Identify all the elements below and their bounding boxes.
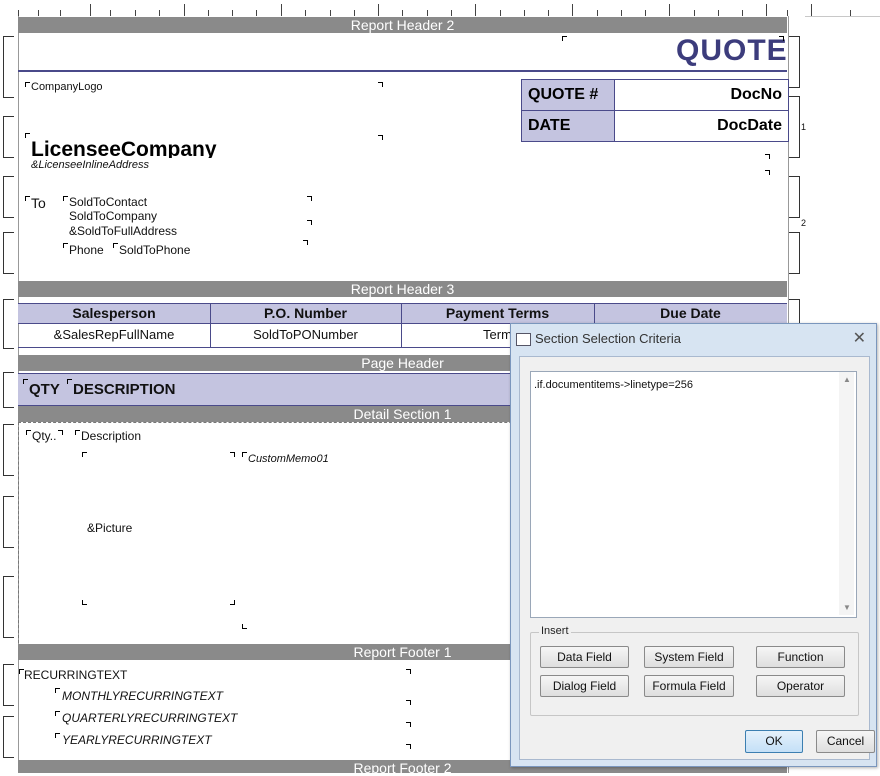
quarterly-recurring-field[interactable]: QUARTERLYRECURRINGTEXT (62, 711, 237, 725)
textarea-scrollbar[interactable]: ▲ ▼ (839, 372, 854, 615)
window-icon (516, 333, 531, 346)
function-button[interactable]: Function (756, 646, 845, 668)
description-header[interactable]: DESCRIPTION (73, 374, 176, 405)
top-ruler (0, 0, 880, 17)
ok-button[interactable]: OK (745, 730, 803, 753)
date-value[interactable]: DocDate (614, 111, 788, 141)
detail-qty-field[interactable]: Qty.. (32, 429, 56, 443)
band-report-header-2[interactable]: Report Header 2 (18, 17, 787, 33)
licensee-company-field[interactable]: LicenseeCompany (31, 138, 217, 158)
to-label[interactable]: To (31, 195, 46, 211)
custom-memo-field[interactable]: CustomMemo01 (248, 453, 329, 465)
qty-header[interactable]: QTY (29, 374, 60, 405)
yearly-recurring-field[interactable]: YEARLYRECURRINGTEXT (62, 733, 212, 747)
col-salesperson[interactable]: Salesperson (18, 304, 210, 323)
scroll-down-icon[interactable]: ▼ (843, 603, 851, 612)
licensee-address-field[interactable]: &LicenseeInlineAddress (31, 159, 149, 171)
header-divider (18, 70, 787, 72)
cancel-button[interactable]: Cancel (816, 730, 875, 753)
left-ruler (0, 16, 18, 773)
quote-title[interactable]: QUOTE (676, 34, 788, 68)
dialog-body: .if.documentitems->linetype=256 ▲ ▼ Inse… (519, 356, 875, 760)
section-selection-dialog: Section Selection Criteria ✕ .if.documen… (510, 323, 877, 767)
dialog-field-button[interactable]: Dialog Field (540, 675, 629, 697)
insert-group-label: Insert (539, 625, 571, 637)
sold-to-phone-field[interactable]: SoldToPhone (119, 243, 190, 257)
band-report-header-3[interactable]: Report Header 3 (18, 281, 787, 297)
dialog-title-bar[interactable]: Section Selection Criteria ✕ (511, 324, 876, 354)
phone-label[interactable]: Phone (69, 243, 104, 257)
po-number-field[interactable]: SoldToPONumber (210, 323, 401, 347)
criteria-textarea[interactable]: .if.documentitems->linetype=256 (530, 371, 857, 618)
col-payment-terms[interactable]: Payment Terms (401, 304, 594, 323)
column-header-row: Salesperson P.O. Number Payment Terms Du… (18, 303, 787, 324)
ruler-mark-1: 1 (801, 122, 807, 132)
col-due-date[interactable]: Due Date (594, 304, 787, 323)
sold-to-contact-field[interactable]: SoldToContact (69, 195, 147, 209)
scroll-up-icon[interactable]: ▲ (843, 375, 851, 384)
sold-to-company-field[interactable]: SoldToCompany (69, 209, 157, 223)
ruler-mark-2: 2 (801, 218, 807, 228)
formula-field-button[interactable]: Formula Field (644, 675, 734, 697)
sold-to-address-field[interactable]: &SoldToFullAddress (69, 224, 177, 238)
dialog-title: Section Selection Criteria (535, 331, 681, 346)
recurring-text-field[interactable]: RECURRINGTEXT (24, 668, 127, 682)
quote-info-box: QUOTE # DocNo DATE DocDate (521, 79, 789, 142)
detail-description-field[interactable]: Description (81, 429, 141, 443)
company-logo-field[interactable]: CompanyLogo (31, 81, 103, 93)
close-icon[interactable]: ✕ (853, 324, 866, 354)
insert-group: Insert Data Field System Field Function … (530, 625, 859, 716)
monthly-recurring-field[interactable]: MONTHLYRECURRINGTEXT (62, 689, 223, 703)
col-po-number[interactable]: P.O. Number (210, 304, 401, 323)
picture-field[interactable]: &Picture (87, 521, 132, 535)
operator-button[interactable]: Operator (756, 675, 845, 697)
salesrep-field[interactable]: &SalesRepFullName (18, 323, 210, 347)
quote-number-label[interactable]: QUOTE # (522, 80, 614, 110)
system-field-button[interactable]: System Field (644, 646, 734, 668)
data-field-button[interactable]: Data Field (540, 646, 629, 668)
date-label[interactable]: DATE (522, 111, 614, 141)
quote-number-value[interactable]: DocNo (614, 80, 788, 110)
